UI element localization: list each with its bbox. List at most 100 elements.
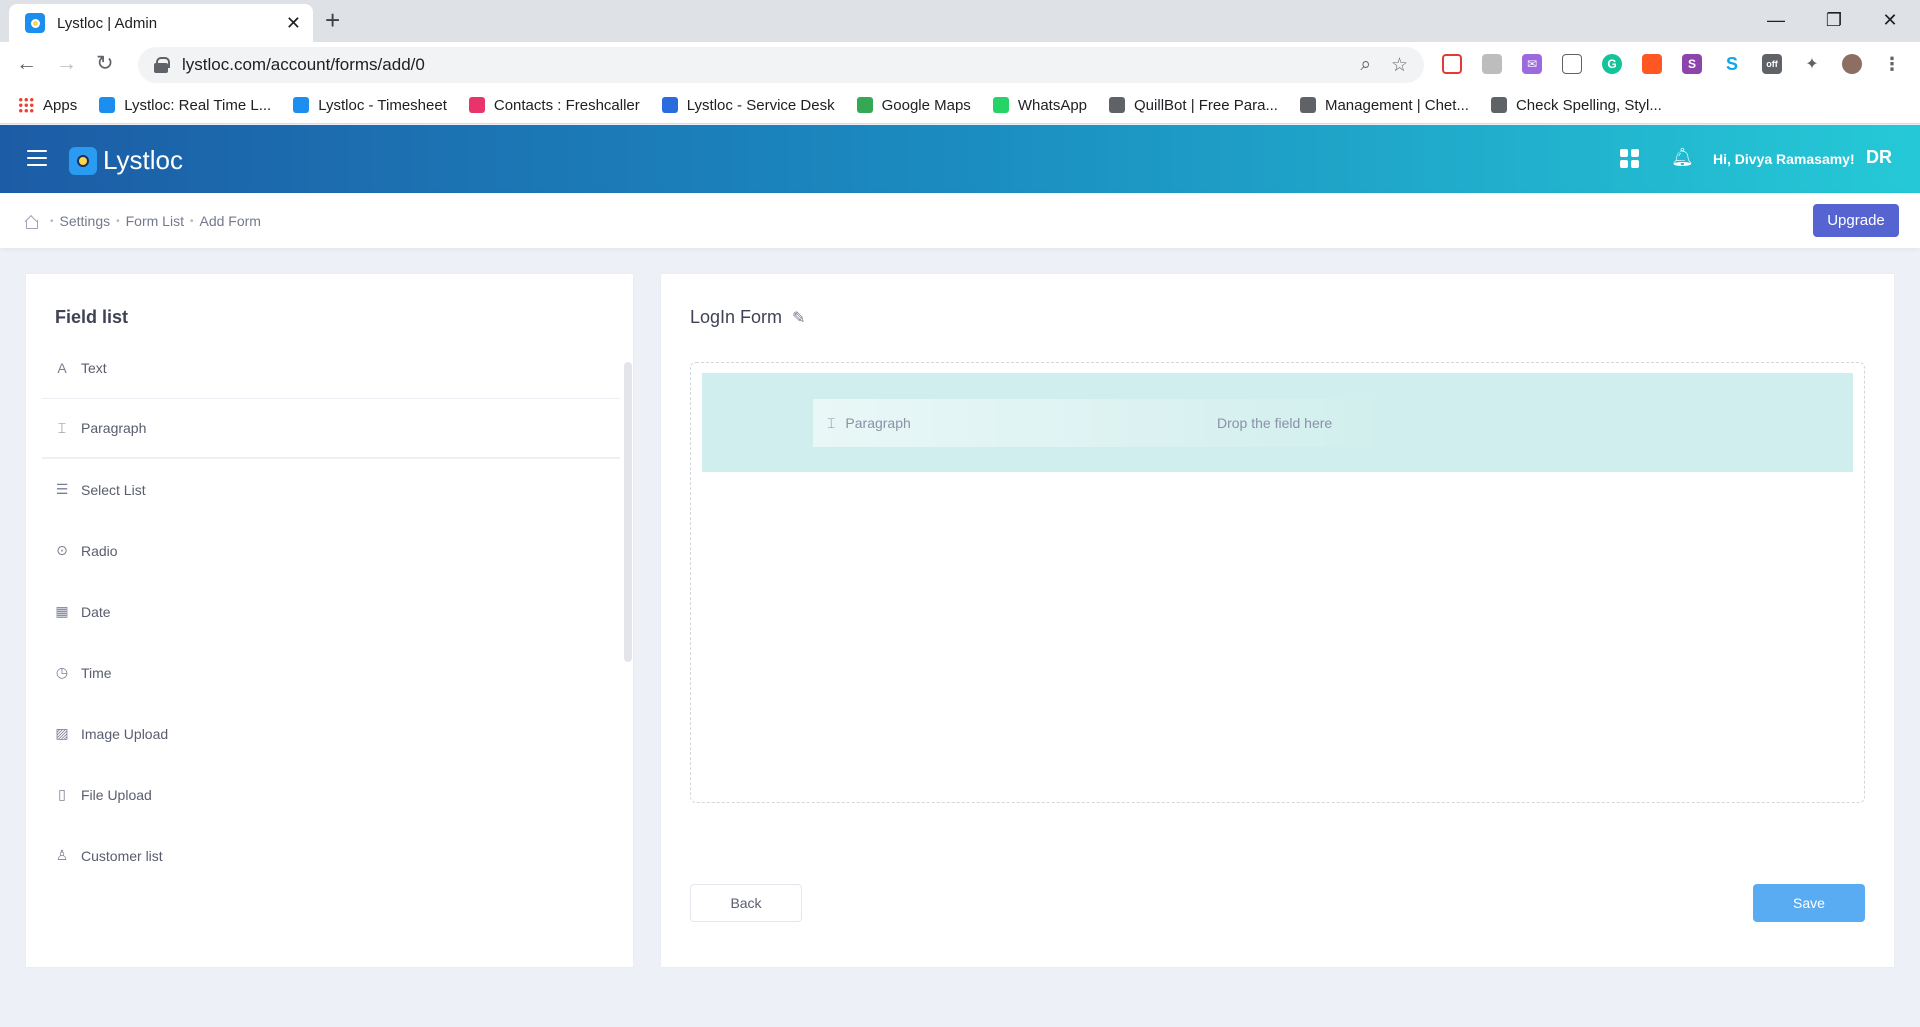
reload-icon[interactable]: ↻: [96, 52, 114, 76]
field-item-select-list[interactable]: ☰ Select List: [42, 459, 620, 520]
bookmark-item[interactable]: Lystloc - Timesheet: [293, 97, 447, 114]
new-tab-icon[interactable]: +: [325, 6, 340, 34]
mail-extension-icon[interactable]: ✉: [1522, 54, 1542, 74]
apps-grid-icon[interactable]: [1620, 149, 1639, 168]
field-list-title: Field list: [55, 307, 129, 327]
back-button[interactable]: Back: [690, 884, 802, 922]
bell-icon[interactable]: 🔔︎: [1671, 147, 1694, 168]
url-text[interactable]: lystloc.com/account/forms/add/0: [182, 55, 1340, 75]
bookmark-label: Lystloc: Real Time L...: [124, 96, 272, 114]
field-item-date[interactable]: ▦ Date: [42, 581, 620, 642]
bookmark-favicon-icon: [1299, 97, 1316, 113]
field-item-label: Text: [81, 359, 107, 376]
gmail-icon[interactable]: [1562, 54, 1582, 74]
tab-title: Lystloc | Admin: [57, 14, 158, 32]
user-initials[interactable]: DR: [1866, 147, 1892, 168]
grammarly-icon[interactable]: G: [1602, 54, 1622, 74]
bookmark-label: QuillBot | Free Para...: [1134, 96, 1278, 114]
profile-avatar[interactable]: [1842, 54, 1862, 74]
form-builder-panel: LogIn Form ✎ ⌶ Paragraph Drop the field …: [660, 273, 1895, 968]
form-title-row: LogIn Form ✎: [690, 307, 805, 328]
bookmark-item[interactable]: Management | Chet...: [1299, 97, 1469, 114]
bookmark-item[interactable]: Lystloc - Service Desk: [661, 96, 835, 114]
user-greeting[interactable]: Hi, Divya Ramasamy!: [1713, 151, 1855, 167]
bookmark-item[interactable]: Apps: [18, 97, 77, 114]
paragraph-icon: ⌶: [827, 414, 836, 431]
bookmark-favicon-icon: [1490, 97, 1507, 113]
drop-hint: Drop the field here: [1217, 415, 1333, 431]
omnibox[interactable]: lystloc.com/account/forms/add/0 ⌕ ☆: [138, 47, 1424, 83]
upgrade-button[interactable]: Upgrade: [1813, 204, 1899, 237]
hamburger-menu-icon[interactable]: [27, 150, 47, 166]
dragged-field-label: Paragraph: [845, 415, 911, 431]
bookmark-favicon-icon: [293, 97, 310, 113]
off-extension-icon[interactable]: off: [1762, 54, 1782, 74]
bookmark-label: Apps: [43, 96, 78, 114]
field-item-radio[interactable]: ⊙ Radio: [42, 520, 620, 581]
close-tab-icon[interactable]: ✕: [286, 13, 301, 34]
field-item-text[interactable]: A Text: [42, 337, 620, 398]
address-bar: ← → ↻ lystloc.com/account/forms/add/0 ⌕ …: [0, 42, 1920, 87]
bookmark-label: Lystloc - Service Desk: [686, 96, 835, 114]
field-item-paragraph[interactable]: ⌶ Paragraph: [42, 398, 620, 459]
bookmark-item[interactable]: Google Maps: [856, 97, 971, 114]
bookmarks-bar: Apps Lystloc: Real Time L... Lystloc - Tim…: [0, 87, 1920, 124]
bookmark-item[interactable]: QuillBot | Free Para...: [1109, 97, 1278, 114]
breadcrumb-settings[interactable]: Settings: [60, 213, 111, 229]
extension-icon[interactable]: [1482, 54, 1502, 74]
field-item-image-upload[interactable]: ▨ Image Upload: [42, 703, 620, 764]
bookmark-label: WhatsApp: [1017, 96, 1088, 114]
breadcrumb-separator: •: [189, 215, 194, 227]
pencil-edit-icon[interactable]: ✎: [792, 308, 805, 328]
pocket-extension-icon[interactable]: [1442, 54, 1462, 74]
extensions-puzzle-icon[interactable]: ✦: [1802, 54, 1822, 74]
bookmark-favicon-icon: [99, 97, 116, 113]
field-item-label: Image Upload: [81, 725, 169, 742]
field-item-label: Customer list: [81, 847, 163, 864]
brand-name: Lystloc: [103, 145, 183, 175]
bookmark-item[interactable]: Contacts : Freshcaller: [468, 96, 640, 114]
field-list-scrollbar[interactable]: [624, 362, 632, 662]
bookmark-favicon-icon: [1109, 97, 1126, 113]
back-arrow-icon[interactable]: ←: [16, 52, 37, 76]
clock-icon: ◷: [55, 664, 69, 680]
minimize-icon[interactable]: —: [1748, 0, 1804, 40]
restore-icon[interactable]: ❐: [1806, 0, 1862, 40]
close-window-icon[interactable]: ✕: [1862, 0, 1918, 40]
save-button[interactable]: Save: [1753, 884, 1865, 922]
breadcrumb-form-list[interactable]: Form List: [126, 213, 184, 229]
bookmark-item[interactable]: Lystloc: Real Time L...: [99, 97, 271, 114]
lock-icon[interactable]: [154, 57, 170, 73]
s-extension-icon[interactable]: S: [1682, 54, 1702, 74]
drop-target-highlight[interactable]: ⌶ Paragraph Drop the field here: [702, 373, 1853, 472]
field-list-panel: Field list A Text ⌶ Paragraph ☰ Select L…: [25, 273, 634, 968]
field-item-label: Radio: [81, 542, 118, 559]
field-item-label: Time: [81, 664, 112, 681]
bookmark-label: Contacts : Freshcaller: [493, 96, 640, 114]
form-drop-zone[interactable]: ⌶ Paragraph Drop the field here: [690, 362, 1865, 803]
calendar-icon: ▦: [55, 603, 69, 619]
logo-mark-icon: [69, 146, 97, 175]
field-item-time[interactable]: ◷ Time: [42, 642, 620, 703]
bookmark-favicon-icon: [468, 97, 485, 113]
zoom-icon[interactable]: ⌕: [1360, 54, 1371, 76]
browser-tab[interactable]: Lystloc | Admin ✕: [9, 4, 313, 42]
s-blue-extension-icon[interactable]: S: [1722, 54, 1742, 74]
menu-kebab-icon[interactable]: ⋮: [1882, 54, 1902, 74]
forward-arrow-icon[interactable]: →: [56, 52, 77, 76]
extension-orange-icon[interactable]: [1642, 54, 1662, 74]
lystloc-logo[interactable]: Lystloc: [69, 145, 183, 176]
field-item-file-upload[interactable]: ▯ File Upload: [42, 764, 620, 825]
subheader: • Settings • Form List • Add Form Upgrad…: [0, 193, 1920, 248]
image-icon: ▨: [55, 725, 69, 741]
bookmark-label: Lystloc - Timesheet: [318, 96, 447, 114]
browser-tab-bar: Lystloc | Admin ✕ + — ❐ ✕: [0, 0, 1920, 42]
bookmark-item[interactable]: WhatsApp: [992, 96, 1088, 114]
paragraph-icon: ⌶: [57, 419, 67, 436]
home-icon[interactable]: [24, 215, 38, 229]
bookmark-item[interactable]: Check Spelling, Styl...: [1490, 97, 1662, 114]
field-item-customer-list[interactable]: ♙ Customer list: [42, 825, 620, 886]
bookmark-star-icon[interactable]: ☆: [1391, 54, 1408, 77]
field-item-label: File Upload: [81, 786, 152, 803]
bookmark-favicon-icon: [661, 97, 678, 113]
